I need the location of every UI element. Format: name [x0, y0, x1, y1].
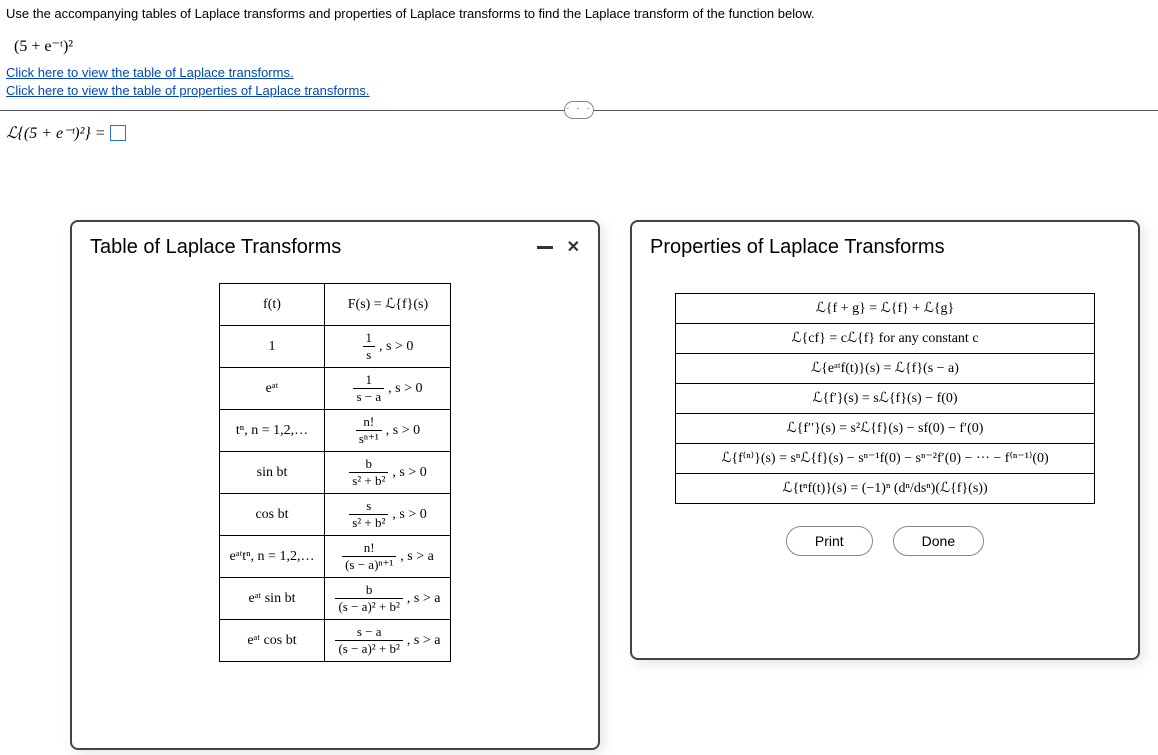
laplace-properties-panel: Properties of Laplace Transforms ℒ{f + g…	[630, 220, 1140, 660]
problem-expression: (5 + e⁻ᵗ)²	[0, 28, 1158, 64]
property-row: ℒ{eᵃᵗf(t)}(s) = ℒ{f}(s − a)	[676, 354, 1094, 384]
cell-ft: eᵃᵗtⁿ, n = 1,2,…	[219, 536, 325, 578]
link-view-transforms-table[interactable]: Click here to view the table of Laplace …	[0, 64, 1158, 82]
section-separator: · · ·	[0, 110, 1158, 111]
cell-Fs: n!sⁿ⁺¹, s > 0	[325, 410, 451, 452]
cell-ft: cos bt	[219, 494, 325, 536]
cell-Fs: 1s, s > 0	[325, 326, 451, 368]
cell-ft: eᵃᵗ	[219, 368, 325, 410]
cell-Fs: ss² + b², s > 0	[325, 494, 451, 536]
table-row: eᵃᵗtⁿ, n = 1,2,… n!(s − a)ⁿ⁺¹, s > a	[219, 536, 451, 578]
close-icon[interactable]: ✕	[567, 242, 580, 254]
prompt-lhs: ℒ{(5 + e⁻ᵗ)²} =	[6, 123, 106, 143]
cell-Fs: b(s − a)² + b², s > a	[325, 578, 451, 620]
table-row: eᵃᵗ sin bt b(s − a)² + b², s > a	[219, 578, 451, 620]
cell-ft: eᵃᵗ cos bt	[219, 620, 325, 662]
table-row: cos bt ss² + b², s > 0	[219, 494, 451, 536]
print-button[interactable]: Print	[786, 526, 873, 556]
cell-ft: tⁿ, n = 1,2,…	[219, 410, 325, 452]
table-row: tⁿ, n = 1,2,… n!sⁿ⁺¹, s > 0	[219, 410, 451, 452]
laplace-transforms-panel: Table of Laplace Transforms ✕ f(t) F(s) …	[70, 220, 600, 750]
table-row: eᵃᵗ 1s − a, s > 0	[219, 368, 451, 410]
done-button[interactable]: Done	[893, 526, 984, 556]
property-row: ℒ{cf} = cℒ{f} for any constant c	[676, 324, 1094, 354]
table-row: 1 1s, s > 0	[219, 326, 451, 368]
panel-title-transforms: Table of Laplace Transforms	[90, 236, 341, 259]
property-row: ℒ{tⁿf(t)}(s) = (−1)ⁿ (dⁿ/dsⁿ)(ℒ{f}(s))	[676, 474, 1094, 503]
problem-instruction: Use the accompanying tables of Laplace t…	[0, 0, 1158, 28]
cell-Fs: n!(s − a)ⁿ⁺¹, s > a	[325, 536, 451, 578]
cell-ft: 1	[219, 326, 325, 368]
minimize-icon[interactable]	[537, 246, 553, 249]
property-row: ℒ{f′′}(s) = s²ℒ{f}(s) − sf(0) − f′(0)	[676, 414, 1094, 444]
cell-Fs: bs² + b², s > 0	[325, 452, 451, 494]
panel-title-properties: Properties of Laplace Transforms	[650, 236, 945, 259]
ellipsis-icon[interactable]: · · ·	[564, 101, 594, 119]
cell-ft: eᵃᵗ sin bt	[219, 578, 325, 620]
property-row: ℒ{f + g} = ℒ{f} + ℒ{g}	[676, 294, 1094, 324]
properties-table: ℒ{f + g} = ℒ{f} + ℒ{g} ℒ{cf} = cℒ{f} for…	[675, 293, 1095, 504]
col-header-Fs: F(s) = ℒ{f}(s)	[325, 284, 451, 326]
property-row: ℒ{f⁽ⁿ⁾}(s) = sⁿℒ{f}(s) − sⁿ⁻¹f(0) − sⁿ⁻²…	[676, 444, 1094, 474]
link-view-properties-table[interactable]: Click here to view the table of properti…	[0, 82, 1158, 100]
table-row: eᵃᵗ cos bt s − a(s − a)² + b², s > a	[219, 620, 451, 662]
cell-Fs: 1s − a, s > 0	[325, 368, 451, 410]
table-row: sin bt bs² + b², s > 0	[219, 452, 451, 494]
laplace-transforms-table: f(t) F(s) = ℒ{f}(s) 1 1s, s > 0 eᵃᵗ 1s −…	[219, 283, 452, 662]
cell-Fs: s − a(s − a)² + b², s > a	[325, 620, 451, 662]
col-header-ft: f(t)	[219, 284, 325, 326]
answer-input[interactable]	[110, 125, 126, 141]
cell-ft: sin bt	[219, 452, 325, 494]
property-row: ℒ{f′}(s) = sℒ{f}(s) − f(0)	[676, 384, 1094, 414]
